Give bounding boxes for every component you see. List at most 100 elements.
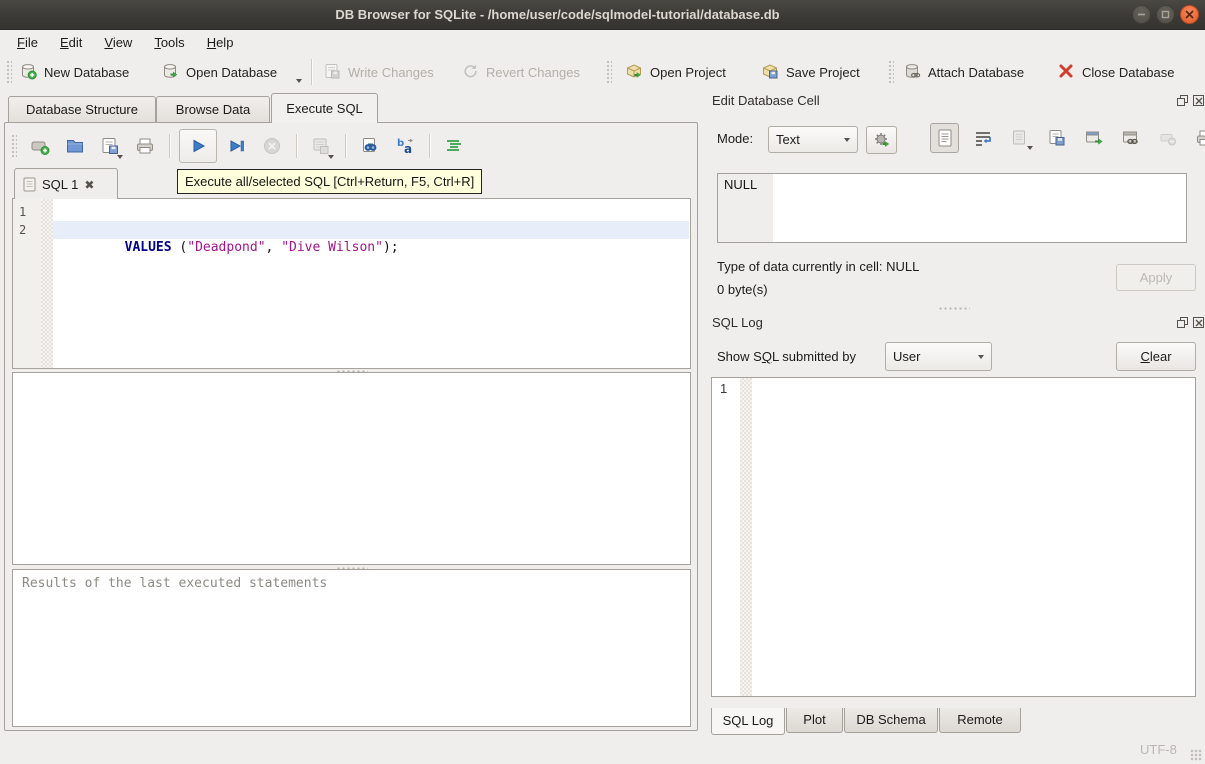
resize-grip[interactable] — [1190, 749, 1202, 761]
close-button[interactable] — [1180, 5, 1199, 24]
import-cell-data-button[interactable] — [1007, 125, 1033, 151]
write-changes-button[interactable]: Write Changes — [318, 58, 439, 86]
execute-current-line-button[interactable] — [222, 132, 252, 160]
print-icon — [1195, 128, 1205, 148]
dock-tab-remote[interactable]: Remote — [939, 708, 1021, 733]
edit-cell-panel-title: Edit Database Cell — [712, 93, 820, 111]
sql-document-tab[interactable]: SQL 1 — [14, 168, 118, 199]
apply-button[interactable]: Apply — [1116, 264, 1196, 291]
revert-changes-label: Revert Changes — [486, 65, 580, 80]
titlebar[interactable]: DB Browser for SQLite - /home/user/code/… — [0, 0, 1205, 30]
open-project-icon — [625, 62, 643, 83]
minimize-button[interactable] — [1132, 5, 1151, 24]
minimize-icon — [1133, 6, 1150, 23]
auto-mode-button[interactable] — [866, 126, 897, 154]
format-lines-icon — [444, 136, 464, 156]
close-panel-icon[interactable] — [1192, 316, 1205, 329]
find-in-sql-button[interactable] — [355, 132, 385, 160]
menu-edit[interactable]: Edit — [49, 33, 93, 52]
code-line-current: VALUES ("Deadpond", "Dive Wilson"); — [53, 221, 689, 239]
new-database-label: New Database — [44, 65, 129, 80]
open-project-label: Open Project — [650, 65, 726, 80]
open-file-icon — [65, 136, 85, 156]
sql-code-editor[interactable]: 1 2 INSERT INTO "hero" ("name", "secret_… — [12, 198, 691, 369]
execute-line-icon — [227, 136, 247, 156]
sql-tab-label: SQL 1 — [42, 177, 78, 192]
new-database-button[interactable]: New Database — [14, 58, 134, 86]
save-project-button[interactable]: Save Project — [756, 58, 865, 86]
sql-toolbar-drag-handle[interactable] — [11, 134, 17, 158]
open-sql-file-button[interactable] — [60, 132, 90, 160]
save-sql-menu-caret[interactable] — [117, 155, 123, 159]
set-null-icon — [1158, 128, 1178, 148]
maximize-button[interactable] — [1156, 5, 1175, 24]
float-panel-icon[interactable] — [1176, 94, 1189, 107]
cell-value-editor[interactable]: NULL — [717, 173, 1187, 243]
tab-execute-sql[interactable]: Execute SQL — [271, 93, 378, 123]
save-results-menu-caret[interactable] — [328, 155, 334, 159]
close-icon — [1181, 6, 1198, 23]
dock-tab-sql-log[interactable]: SQL Log — [711, 708, 785, 735]
dock-tab-db-schema[interactable]: DB Schema — [844, 708, 938, 733]
close-sql-tab-icon[interactable] — [84, 177, 94, 192]
tab-database-structure[interactable]: Database Structure — [8, 96, 156, 123]
line-number: 2 — [19, 221, 26, 239]
edit-cell-panel-buttons — [1176, 94, 1205, 107]
execute-sql-pane: b a SQL 1 1 2 — [4, 122, 698, 731]
format-sql-button[interactable] — [439, 132, 469, 160]
export-cell-data-button[interactable] — [1044, 125, 1070, 151]
save-file-icon — [100, 136, 120, 156]
sql-log-area[interactable]: 1 — [711, 377, 1196, 697]
menu-file[interactable]: File — [6, 33, 49, 52]
close-panel-icon[interactable] — [1192, 94, 1205, 107]
revert-changes-button[interactable]: Revert Changes — [456, 58, 585, 86]
log-filter-value: User — [893, 349, 920, 364]
mode-value: Text — [776, 132, 800, 147]
print-cell-button[interactable] — [1192, 125, 1205, 151]
results-grid[interactable] — [12, 372, 691, 565]
menu-view[interactable]: View — [93, 33, 143, 52]
execute-sql-button[interactable] — [179, 129, 217, 163]
replace-in-sql-button[interactable]: b a — [390, 132, 420, 160]
open-database-menu-caret[interactable] — [296, 79, 302, 83]
text-mode-button[interactable] — [930, 123, 959, 153]
code-line: INSERT INTO "hero" ("name", "secret_name… — [53, 203, 689, 221]
set-null-button[interactable] — [1155, 125, 1181, 151]
open-in-external-button[interactable] — [1081, 125, 1107, 151]
cell-editor-margin: NULL — [718, 174, 773, 242]
open-database-button[interactable]: Open Database — [156, 58, 304, 86]
close-database-button[interactable]: Close Database — [1052, 58, 1180, 86]
tab-browse-data[interactable]: Browse Data — [156, 96, 270, 123]
fold-margin — [41, 199, 53, 368]
clear-log-button[interactable]: Clear — [1116, 342, 1196, 371]
open-project-button[interactable]: Open Project — [620, 58, 731, 86]
menu-help[interactable]: Help — [196, 33, 245, 52]
copy-link-button[interactable] — [1118, 125, 1144, 151]
results-placeholder: Results of the last executed statements — [22, 576, 327, 591]
close-database-label: Close Database — [1082, 65, 1175, 80]
sql-keyword: VALUES — [125, 240, 172, 255]
log-filter-select[interactable]: User — [885, 342, 992, 371]
toolbar-drag-handle[interactable] — [6, 60, 12, 84]
attach-database-button[interactable]: Attach Database — [898, 58, 1029, 86]
open-database-icon — [161, 62, 179, 83]
results-message-area[interactable]: Results of the last executed statements — [12, 569, 691, 727]
stop-execution-button[interactable] — [257, 132, 287, 160]
new-sql-tab-button[interactable] — [25, 132, 55, 160]
save-sql-file-button[interactable] — [95, 132, 125, 160]
import-menu-caret[interactable] — [1027, 146, 1033, 150]
save-results-button[interactable] — [306, 132, 336, 160]
dock-tab-plot[interactable]: Plot — [786, 708, 843, 733]
print-sql-button[interactable] — [130, 132, 160, 160]
log-fold-margin — [740, 378, 752, 696]
toolbar-drag-handle[interactable] — [606, 60, 612, 84]
word-wrap-button[interactable] — [970, 125, 996, 151]
float-panel-icon[interactable] — [1176, 316, 1189, 329]
mode-select[interactable]: Text — [768, 126, 858, 153]
vertical-splitter[interactable] — [699, 122, 710, 731]
sql-toolbar-separator — [296, 134, 297, 158]
menu-tools[interactable]: Tools — [143, 33, 195, 52]
open-database-label: Open Database — [186, 65, 277, 80]
toolbar-drag-handle[interactable] — [888, 60, 894, 84]
dock-splitter-handle[interactable] — [938, 306, 970, 311]
